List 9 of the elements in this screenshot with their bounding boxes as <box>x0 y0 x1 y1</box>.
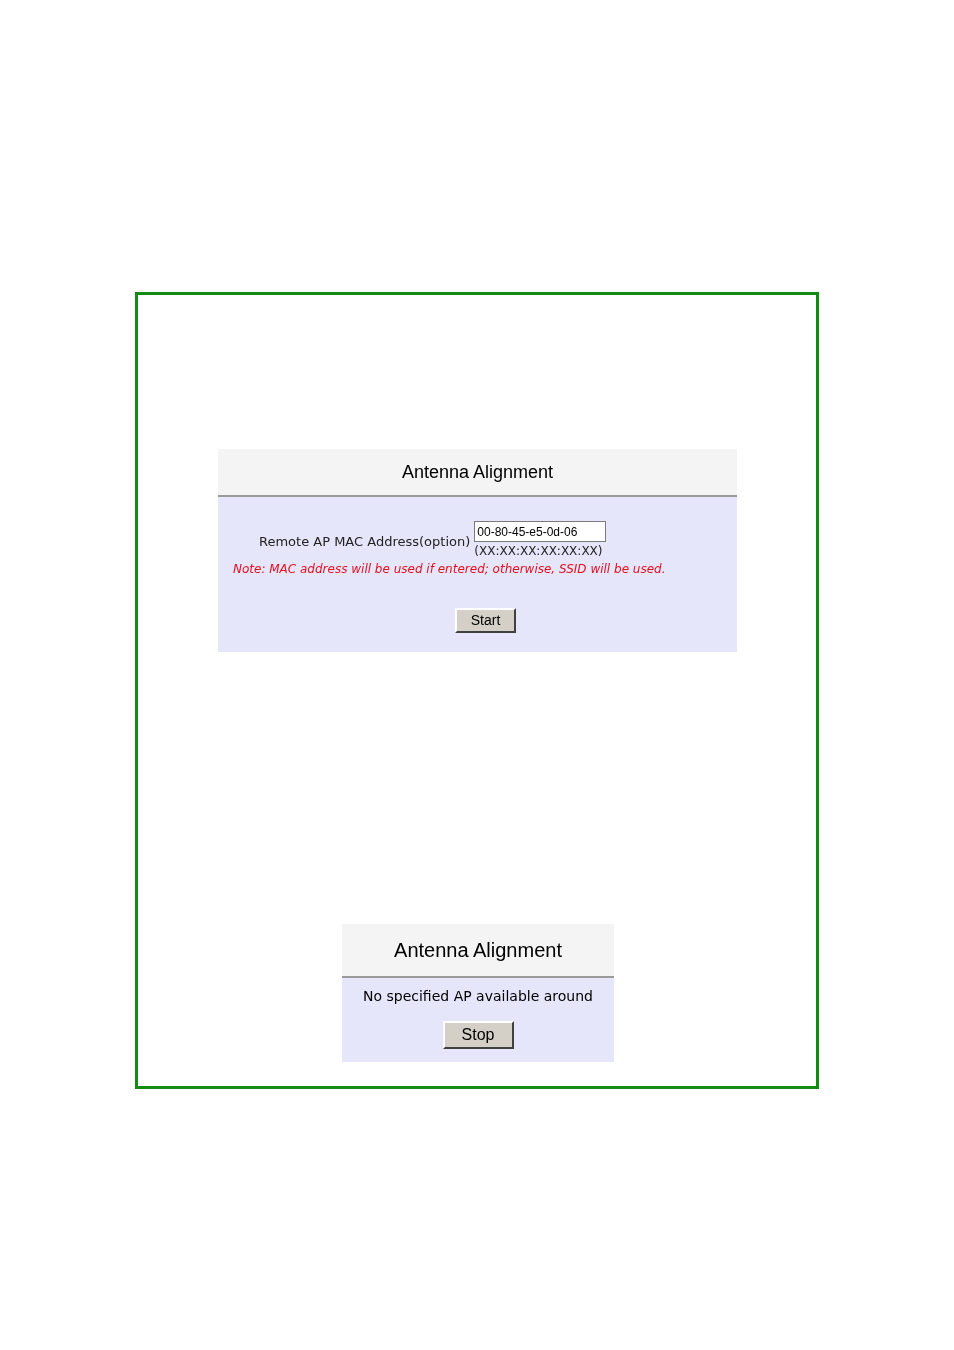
note-text: Note: MAC address will be used if entered; otherwise, SSID will be used. <box>233 561 667 578</box>
start-button[interactable]: Start <box>455 608 516 633</box>
panel-title: Antenna Alignment <box>401 460 554 484</box>
format-hint: (XX:XX:XX:XX:XX:XX) <box>474 543 604 560</box>
mac-label: Remote AP MAC Address(option) <box>259 533 471 551</box>
mac-address-field[interactable]: 00-80-45-e5-0d-06 <box>474 521 607 542</box>
panel-title: Antenna Alignment <box>394 938 562 963</box>
stop-button[interactable]: Stop <box>442 1021 514 1049</box>
status-message: No specified AP available around <box>362 987 594 1006</box>
